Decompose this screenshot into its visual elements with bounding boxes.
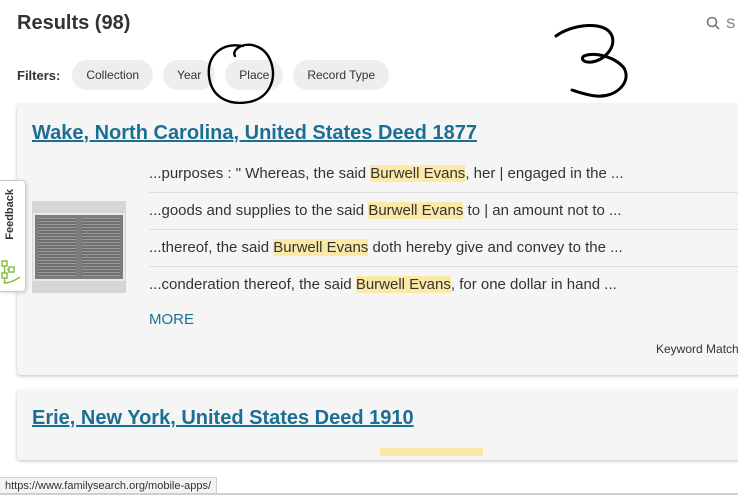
keyword-match-label: Keyword Match	[656, 342, 738, 356]
filter-chip-record-type[interactable]: Record Type	[293, 60, 390, 90]
snippet-row: ...thereof, the said Burwell Evans doth …	[149, 230, 738, 267]
family-tree-icon	[1, 260, 21, 284]
search-label[interactable]: S	[726, 15, 735, 31]
snippet-highlight: Burwell Evans	[273, 239, 369, 256]
snippet-list: ...purposes : " Whereas, the said Burwel…	[149, 156, 738, 303]
filters-label: Filters:	[17, 67, 61, 83]
snippet-highlight	[380, 448, 483, 456]
snippet-highlight: Burwell Evans	[370, 165, 466, 182]
snippet-text: ...goods and supplies to the said	[149, 202, 369, 219]
result-card: Wake, North Carolina, United States Deed…	[17, 104, 738, 375]
filter-chip-collection[interactable]: Collection	[72, 60, 154, 90]
feedback-label: Feedback	[4, 189, 16, 240]
snippet-text: to | an amount not to ...	[463, 202, 622, 219]
snippet-row: ...goods and supplies to the said Burwel…	[149, 193, 738, 230]
record-image	[33, 213, 125, 281]
snippet-text: ...thereof, the said	[149, 239, 274, 256]
record-page-left	[38, 218, 76, 276]
snippet-highlight: Burwell Evans	[368, 202, 464, 219]
search-area[interactable]: S	[706, 15, 735, 31]
snippet-text: ...conderation thereof, the said	[149, 276, 356, 293]
results-title: Results (98)	[17, 12, 131, 34]
snippet-text: ...purposes : " Whereas, the said	[149, 165, 371, 182]
result-card: Erie, New York, United States Deed 1910	[17, 390, 738, 460]
snippet-row: ...purposes : " Whereas, the said Burwel…	[149, 156, 738, 193]
snippet-text: doth hereby give and convey to the ...	[368, 239, 623, 256]
result-title-link[interactable]: Erie, New York, United States Deed 1910	[32, 407, 414, 430]
annotation-drawn-number	[554, 23, 628, 98]
more-link[interactable]: MORE	[149, 311, 194, 328]
annotation-circle	[207, 43, 275, 105]
record-thumbnail[interactable]	[32, 201, 126, 293]
record-page-right	[82, 218, 120, 276]
feedback-tab[interactable]: Feedback	[0, 180, 26, 292]
snippet-text: , her | engaged in the ...	[465, 165, 624, 182]
snippet-text: , for one dollar in hand ...	[450, 276, 617, 293]
snippet-row: ...conderation thereof, the said Burwell…	[149, 267, 738, 303]
result-title-link[interactable]: Wake, North Carolina, United States Deed…	[32, 122, 477, 145]
search-icon[interactable]	[706, 16, 720, 30]
snippet-highlight: Burwell Evans	[355, 276, 451, 293]
